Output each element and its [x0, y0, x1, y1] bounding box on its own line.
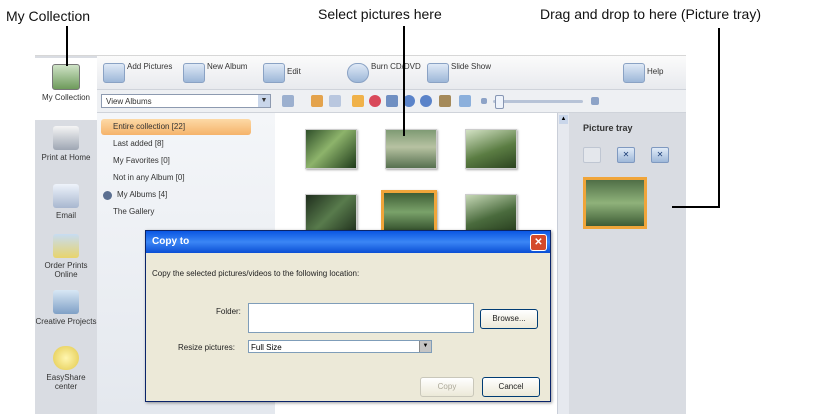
help-icon [623, 63, 645, 83]
picture-thumbnail[interactable] [305, 129, 357, 169]
callout-my-collection: My Collection [6, 8, 91, 24]
callout-line-drag-drop [718, 28, 720, 208]
order-prints-icon [53, 234, 79, 258]
folder-label: Folder: [216, 307, 241, 316]
album-last-added[interactable]: Last added [8] [101, 136, 251, 152]
nav-label: Print at Home [41, 153, 91, 162]
scroll-up-icon[interactable]: ▲ [559, 115, 568, 124]
album-the-gallery[interactable]: The Gallery [101, 204, 251, 220]
nav-label: Creative Projects [35, 317, 97, 326]
burn-cd-button[interactable]: Burn CD/DVD [347, 62, 427, 84]
left-nav: My Collection Print at Home Email Order … [35, 56, 97, 414]
picture-thumbnail[interactable] [385, 129, 437, 169]
new-album-button[interactable]: New Album [183, 62, 263, 84]
copy-button[interactable]: Copy [420, 377, 474, 397]
chevron-down-icon: ▼ [419, 341, 431, 352]
chevron-down-icon: ▼ [258, 95, 270, 107]
picture-thumbnail[interactable] [465, 194, 517, 234]
nav-order-prints[interactable]: Order Prints Online [35, 228, 97, 290]
nav-my-collection[interactable]: My Collection [35, 58, 97, 120]
lightbulb-icon [53, 346, 79, 370]
favorite-heart-icon[interactable] [369, 95, 381, 107]
callout-line-drag-drop-horizontal [672, 206, 720, 208]
album-my-favorites[interactable]: My Favorites [0] [101, 153, 251, 169]
album-not-in-any[interactable]: Not in any Album [0] [101, 170, 251, 186]
nav-label: Email [55, 211, 76, 220]
grid-view-icon[interactable] [352, 95, 364, 107]
new-album-icon [183, 63, 205, 83]
tray-select-icon[interactable] [583, 147, 601, 163]
picture-thumbnail[interactable] [465, 129, 517, 169]
email-icon [53, 184, 79, 208]
close-icon[interactable]: ✕ [530, 234, 547, 251]
zoom-in-icon[interactable] [591, 97, 599, 105]
browse-button[interactable]: Browse... [480, 309, 538, 329]
nav-print-at-home[interactable]: Print at Home [35, 120, 97, 182]
dialog-title: Copy to [146, 231, 550, 253]
album-entire-collection[interactable]: Entire collection [22] [101, 119, 251, 135]
add-pictures-icon [103, 63, 125, 83]
creative-projects-icon [53, 290, 79, 314]
callout-line-select-pictures [403, 26, 405, 136]
zoom-out-icon[interactable] [481, 98, 487, 104]
picture-thumbnail-selected[interactable] [381, 190, 437, 234]
zoom-slider[interactable] [493, 100, 583, 103]
tray-picture-thumbnail[interactable] [583, 177, 647, 229]
dialog-message: Copy the selected pictures/videos to the… [152, 269, 360, 278]
callout-select-pictures: Select pictures here [318, 6, 442, 22]
resize-label: Resize pictures: [178, 343, 235, 352]
details-view-icon[interactable] [282, 95, 294, 107]
nav-label: Order Prints Online [44, 261, 88, 279]
picture-info-icon[interactable] [386, 95, 398, 107]
resize-select[interactable]: Full Size ▼ [248, 340, 432, 353]
callout-drag-drop: Drag and drop to here (Picture tray) [540, 6, 761, 22]
folder-field[interactable] [248, 303, 474, 333]
tray-title: Picture tray [583, 123, 633, 133]
my-collection-icon [52, 64, 80, 90]
tray-clear-icon[interactable]: ✕ [651, 147, 669, 163]
view-albums-select[interactable]: View Albums ▼ [101, 94, 271, 108]
tray-remove-icon[interactable]: ✕ [617, 147, 635, 163]
nav-label: EasyShare center [46, 373, 86, 391]
cancel-button[interactable]: Cancel [482, 377, 540, 397]
edit-button[interactable]: Edit [263, 62, 323, 84]
rotate-right-icon[interactable] [420, 95, 432, 107]
nav-easyshare-center[interactable]: EasyShare center [35, 340, 97, 402]
picture-tray[interactable]: Picture tray ✕ ✕ [569, 113, 686, 414]
picture-thumbnail[interactable] [305, 194, 357, 234]
zoom-slider-thumb[interactable] [495, 95, 504, 109]
view-toolbar: View Albums ▼ [97, 90, 686, 113]
delete-icon[interactable] [439, 95, 451, 107]
copy-to-dialog: Copy to ✕ Copy the selected pictures/vid… [145, 230, 551, 402]
share-icon[interactable] [311, 95, 323, 107]
main-toolbar: Add Pictures New Album Edit Burn CD/DVD … [97, 56, 686, 90]
help-button[interactable]: Help [623, 62, 683, 84]
nav-creative-projects[interactable]: Creative Projects [35, 284, 97, 346]
slide-show-icon [427, 63, 449, 83]
disc-icon [347, 63, 369, 83]
album-my-albums[interactable]: My Albums [4] [105, 187, 255, 203]
nav-label: My Collection [41, 93, 90, 102]
add-pictures-button[interactable]: Add Pictures [103, 62, 183, 84]
slide-show-button[interactable]: Slide Show [427, 62, 507, 84]
edit-icon [263, 63, 285, 83]
printer-icon [53, 126, 79, 150]
tag-icon[interactable] [329, 95, 341, 107]
move-icon[interactable] [459, 95, 471, 107]
callout-line-my-collection [66, 26, 68, 66]
